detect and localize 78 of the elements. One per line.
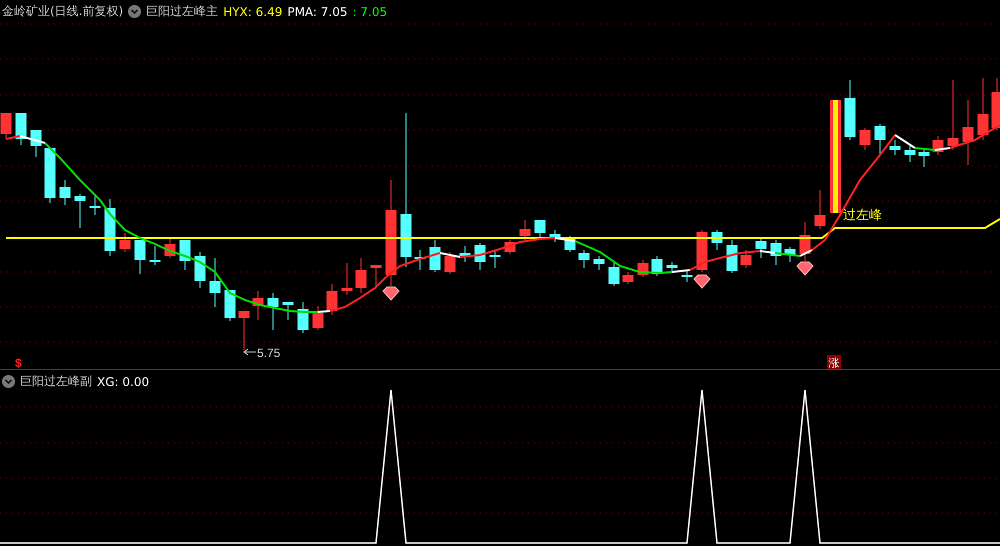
candle (30, 130, 42, 158)
candle (608, 262, 620, 286)
candle (814, 190, 826, 230)
candle (444, 252, 456, 274)
candle (740, 250, 752, 268)
candle (712, 230, 722, 250)
candle (210, 258, 220, 308)
signal-label: 过左峰 (843, 208, 882, 223)
candle (978, 78, 988, 140)
candle (370, 264, 382, 286)
candle (860, 128, 870, 150)
candle (298, 302, 308, 334)
candle (520, 220, 530, 240)
indicator-name: 巨阳过左峰副 (20, 373, 92, 390)
candle (622, 272, 634, 284)
indicator-readout: PMA: 7.05 (287, 4, 348, 18)
candle (550, 230, 560, 242)
gem-icon (382, 286, 400, 301)
candle (504, 240, 516, 254)
candle (578, 250, 590, 268)
gem-icon (693, 274, 711, 289)
candle (474, 242, 486, 270)
low-price-marker (243, 348, 256, 356)
candle (74, 194, 86, 228)
candle (414, 250, 426, 270)
candle (918, 148, 930, 168)
candle (430, 240, 440, 272)
candle (16, 112, 26, 146)
candle (164, 238, 176, 258)
gem-icon (796, 262, 814, 276)
indicator-readout: : 7.05 (352, 4, 388, 18)
candle (490, 250, 500, 268)
chevron-down-icon[interactable] (2, 375, 15, 388)
rise-badge: 涨 (827, 355, 841, 370)
candle (460, 246, 470, 262)
candle (268, 292, 278, 330)
candle (962, 100, 974, 166)
candle (356, 258, 366, 294)
stock-title: 金岭矿业(日线.前复权) (2, 3, 124, 20)
low-price-label: 5.75 (257, 346, 280, 360)
candle (932, 136, 944, 156)
indicator-readout: HYX: 6.49 (223, 4, 282, 18)
candle (890, 140, 900, 156)
candle (150, 246, 160, 266)
candle (134, 240, 146, 274)
candle (282, 302, 294, 320)
candle (252, 290, 264, 320)
candle (992, 78, 1000, 130)
indicator-readout: XG: 0.00 (97, 374, 150, 388)
indicator-name: 巨阳过左峰主 (146, 3, 218, 20)
candle (90, 194, 100, 216)
candle (224, 290, 236, 322)
candle (784, 246, 796, 262)
candle (726, 240, 738, 274)
candle (874, 124, 886, 156)
candle (326, 284, 338, 316)
candle (342, 262, 352, 296)
candle (638, 260, 648, 278)
candle (904, 144, 916, 162)
candle (534, 220, 546, 238)
candle (312, 306, 324, 330)
candle (800, 222, 810, 262)
candle (682, 270, 692, 282)
candle (756, 238, 766, 258)
candle (238, 310, 250, 350)
candle (194, 252, 206, 288)
candle (594, 256, 604, 270)
candle (44, 148, 56, 204)
chevron-down-icon[interactable] (128, 5, 142, 18)
candle (844, 80, 856, 140)
candle (0, 112, 12, 140)
candle (180, 240, 190, 270)
dollar-marker: $ (15, 356, 22, 370)
candle (948, 80, 958, 150)
candle (120, 232, 130, 252)
candle (770, 240, 782, 266)
candle (60, 180, 70, 206)
candle (666, 262, 678, 272)
